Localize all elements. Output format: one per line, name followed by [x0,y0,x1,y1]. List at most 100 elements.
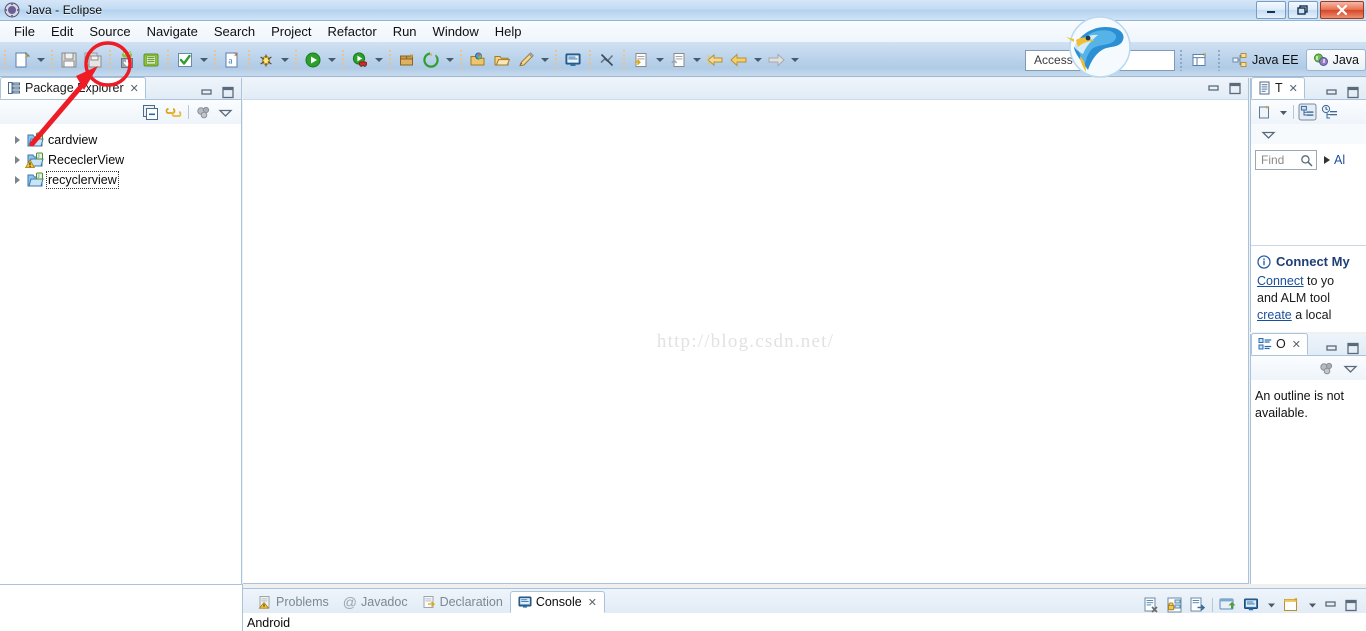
previous-annotation-button[interactable] [666,48,690,72]
tree-item-recyclerview[interactable]: J recyclerview [0,170,241,190]
scheduled-presentation-icon[interactable] [1321,104,1338,121]
next-annotation-button[interactable] [629,48,653,72]
new-console-dropdown-arrow[interactable] [1307,597,1318,613]
android-sdk-manager-button[interactable] [115,48,139,72]
external-tools-dropdown-arrow[interactable] [372,48,385,72]
expand-triangle-icon[interactable] [1324,156,1330,164]
tab-outline[interactable]: O ✕ [1251,333,1308,355]
outline-close-icon[interactable]: ✕ [1292,338,1301,351]
menu-source[interactable]: Source [81,22,138,41]
maximize-icon[interactable] [1344,599,1358,612]
pin-console-icon[interactable] [1189,597,1206,613]
new-dropdown-arrow[interactable] [34,48,47,72]
console-output[interactable]: Android [243,613,1366,630]
expand-arrow-icon[interactable] [12,155,23,166]
next-annotation-dropdown-arrow[interactable] [653,48,666,72]
open-console-button[interactable] [561,48,585,72]
menu-edit[interactable]: Edit [43,22,81,41]
expand-arrow-icon[interactable] [12,135,23,146]
build-all-button[interactable] [173,48,197,72]
tab-console[interactable]: Console ✕ [509,591,605,613]
new-wizard-button[interactable] [10,48,34,72]
maximize-icon[interactable] [1346,86,1360,99]
expand-arrow-icon[interactable] [12,175,23,186]
open-perspective-button[interactable] [1187,48,1213,72]
open-console-dropdown-arrow[interactable] [1266,597,1277,613]
view-menu-icon[interactable] [218,105,233,120]
tab-package-explorer[interactable]: Package Explorer ✕ [0,77,146,99]
new-package-button[interactable] [395,48,419,72]
open-console-icon[interactable] [1243,597,1260,613]
display-selected-console-icon[interactable] [1219,597,1237,613]
tree-item-cardview[interactable]: J cardview [0,130,241,150]
new-task-icon[interactable] [1257,104,1274,121]
restore-button[interactable] [1288,1,1318,19]
create-link[interactable]: create [1257,308,1292,322]
forward-dropdown-arrow[interactable] [788,48,801,72]
focus-on-active-task-icon[interactable] [1318,360,1335,377]
package-explorer-close-icon[interactable]: ✕ [130,82,139,95]
menu-run[interactable]: Run [385,22,425,41]
tab-problems[interactable]: Problems [251,591,336,613]
open-task-button[interactable] [490,48,514,72]
new-java-class-button[interactable]: a [220,48,244,72]
view-menu-icon[interactable] [1343,361,1358,376]
pencil-dropdown-arrow[interactable] [538,48,551,72]
minimize-icon[interactable] [1207,83,1221,95]
open-type-button[interactable] [466,48,490,72]
task-find-input[interactable]: Find [1255,150,1317,170]
maximize-icon[interactable] [1228,82,1242,95]
scroll-lock-icon[interactable] [1166,597,1183,613]
previous-annotation-dropdown-arrow[interactable] [690,48,703,72]
tree-item-receclerview[interactable]: J RececlerView [0,150,241,170]
tab-declaration[interactable]: Declaration [415,591,510,613]
new-android-project-button[interactable] [419,48,443,72]
android-dropdown-arrow[interactable] [443,48,456,72]
debug-dropdown-arrow[interactable] [278,48,291,72]
external-tools-button[interactable] [348,48,372,72]
view-menu-icon[interactable] [1261,127,1276,142]
collapse-all-icon[interactable] [142,104,159,121]
pencil-button[interactable] [514,48,538,72]
minimize-icon[interactable] [1325,343,1339,355]
perspective-java[interactable]: Java [1305,49,1366,71]
maximize-icon[interactable] [1346,342,1360,355]
menu-project[interactable]: Project [263,22,319,41]
save-button[interactable] [57,48,81,72]
quick-access-input[interactable]: Access [1025,49,1176,71]
tab-javadoc[interactable]: @ Javadoc [336,591,415,613]
android-avd-manager-button[interactable] [139,48,163,72]
task-find-all-link[interactable]: Al [1334,153,1345,167]
new-task-dropdown-arrow[interactable] [1278,104,1289,121]
task-list-close-icon[interactable]: ✕ [1289,82,1298,95]
menu-navigate[interactable]: Navigate [139,22,206,41]
close-button[interactable] [1320,1,1364,19]
menu-search[interactable]: Search [206,22,263,41]
minimize-button[interactable] [1256,1,1286,19]
save-all-button[interactable] [81,48,105,72]
connect-link[interactable]: Connect [1257,274,1304,288]
menu-file[interactable]: File [6,22,43,41]
forward-button[interactable] [764,48,788,72]
maximize-icon[interactable] [221,86,235,99]
run-button[interactable] [301,48,325,72]
categorized-presentation-icon[interactable] [1298,103,1317,121]
back-dropdown-arrow[interactable] [751,48,764,72]
perspective-java-ee[interactable]: Java EE [1225,49,1306,71]
editor-canvas[interactable]: http://blog.csdn.net/ [243,100,1248,583]
menu-help[interactable]: Help [487,22,530,41]
back-button[interactable] [727,48,751,72]
link-with-editor-icon[interactable] [165,104,182,121]
menu-refactor[interactable]: Refactor [320,22,385,41]
focus-on-active-task-icon[interactable] [195,104,212,121]
menu-window[interactable]: Window [425,22,487,41]
minimize-icon[interactable] [1325,87,1339,99]
minimize-icon[interactable] [1324,599,1338,611]
tab-task-list[interactable]: T ✕ [1251,77,1305,99]
run-dropdown-arrow[interactable] [325,48,338,72]
debug-button[interactable] [254,48,278,72]
new-console-view-icon[interactable] [1283,597,1301,613]
build-dropdown-arrow[interactable] [197,48,210,72]
toggle-annotations-button[interactable] [595,48,619,72]
back-to-button[interactable] [703,48,727,72]
